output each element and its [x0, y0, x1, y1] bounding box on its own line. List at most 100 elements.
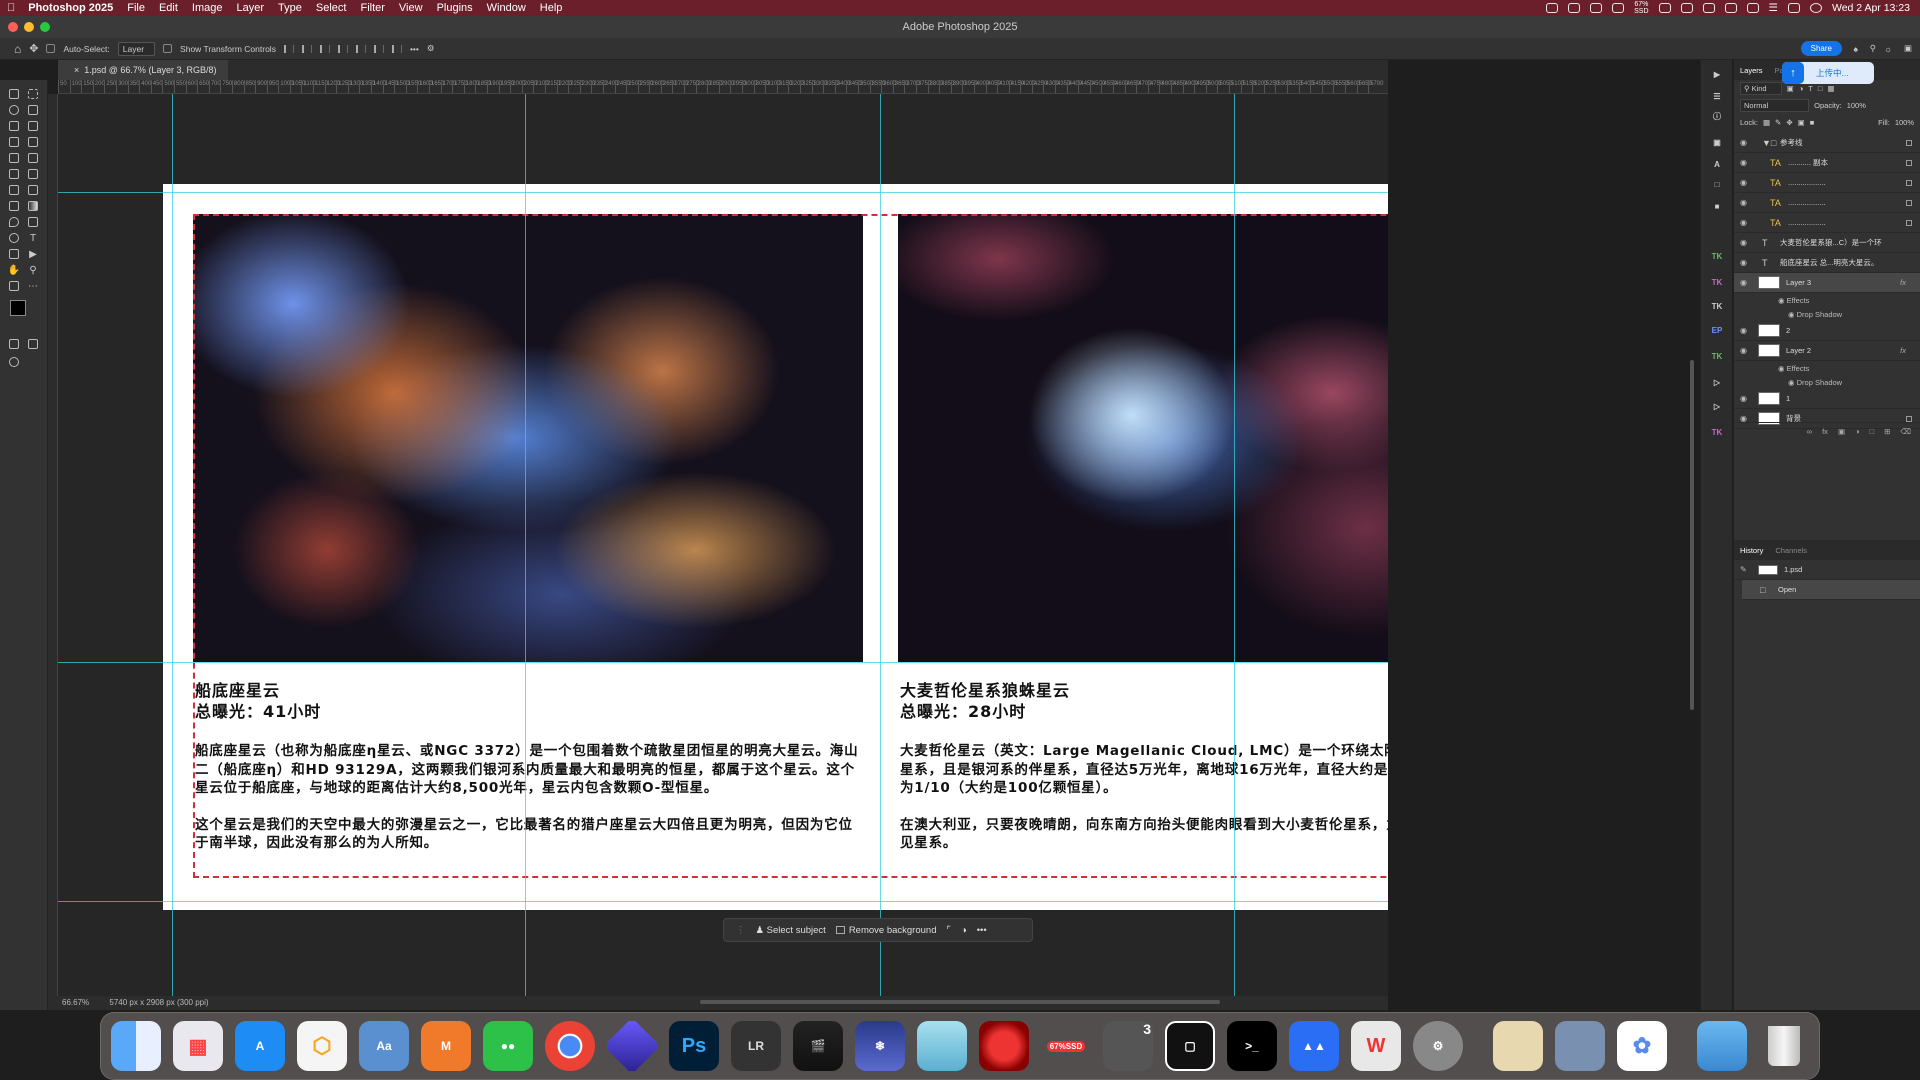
menu-layer[interactable]: Layer	[230, 2, 272, 14]
crop-tool[interactable]	[7, 120, 21, 132]
magic-wand-tool[interactable]	[26, 104, 40, 116]
clone-stamp-tool[interactable]	[7, 168, 21, 180]
more-actions-button[interactable]: •••	[977, 925, 987, 936]
stamp-tool[interactable]	[7, 184, 21, 196]
link-icon[interactable]: ∞	[1807, 427, 1812, 436]
layer-row[interactable]: ◉ 1	[1734, 389, 1920, 409]
layer-row[interactable]: ◉ TA..................	[1734, 173, 1920, 193]
fx-icon[interactable]: fx	[1900, 346, 1906, 355]
siri-icon[interactable]	[1809, 3, 1822, 13]
preview-icon[interactable]	[1555, 1021, 1605, 1071]
quick-mask-icon[interactable]	[7, 338, 21, 350]
horizontal-scrollbar[interactable]	[700, 1000, 1220, 1004]
lock-position-icon[interactable]: ✥	[1786, 118, 1792, 127]
photoshop-icon[interactable]: Ps	[669, 1021, 719, 1071]
sketchbook-icon[interactable]: ⬡	[297, 1021, 347, 1071]
more-tools-icon[interactable]: ⋯	[26, 280, 40, 292]
layer-row[interactable]: ◉ 2	[1734, 321, 1920, 341]
eye-icon[interactable]: ◉	[1740, 218, 1750, 227]
more-options-button[interactable]: •••	[410, 44, 419, 54]
frame-icon[interactable]: ▢	[1165, 1021, 1215, 1071]
play-icon[interactable]: ▶	[1709, 68, 1725, 82]
canvas-area[interactable]: 船底座星云 总曝光：41小时 船底座星云（也称为船底座η星云、或NGC 3372…	[58, 94, 1388, 1004]
settings-icon[interactable]: ⚙	[1413, 1021, 1463, 1071]
document-tab[interactable]: × 1.psd @ 66.7% (Layer 3, RGB/8)	[58, 60, 229, 80]
drop-shadow-row[interactable]: ◉ Drop Shadow	[1734, 375, 1920, 389]
layer-row-selected[interactable]: ◉ Layer 3 fx	[1734, 273, 1920, 293]
tool-icon[interactable]	[1612, 3, 1625, 13]
align-top-icon[interactable]	[337, 44, 348, 53]
layer-row[interactable]: ◉ T 船底座星云 总...明亮大星云。	[1734, 253, 1920, 273]
select-subject-button[interactable]: ♟ Select subject	[756, 925, 826, 936]
share-button[interactable]: Share	[1800, 41, 1842, 56]
wifi-icon[interactable]: ☰	[1769, 2, 1778, 14]
lrtimelapse-icon[interactable]: LR	[731, 1021, 781, 1071]
tk-multi-icon[interactable]: TK	[1709, 350, 1725, 364]
character-icon[interactable]: A	[1709, 158, 1725, 172]
mask-icon[interactable]: ◑	[961, 925, 967, 936]
history-snapshot[interactable]: ✎ 1.psd	[1734, 560, 1920, 580]
bluetooth-icon[interactable]	[1702, 3, 1715, 13]
new-layer-icon[interactable]: ⊞	[1884, 427, 1890, 436]
lock-artboard-icon[interactable]: ▣	[1798, 118, 1805, 127]
zoom-tool[interactable]: ⚲	[26, 264, 40, 276]
lock-pixels-icon[interactable]: ✎	[1775, 118, 1781, 127]
close-window-button[interactable]	[8, 22, 18, 32]
trash-icon[interactable]	[1759, 1021, 1809, 1071]
blend-mode-dropdown[interactable]: Normal	[1740, 99, 1810, 112]
eye-icon[interactable]: ◉	[1778, 296, 1787, 305]
lightbulb-icon[interactable]: ☼	[1884, 44, 1892, 54]
apple-icon[interactable]: 	[0, 2, 22, 14]
bell-icon[interactable]: ♠	[1853, 44, 1858, 54]
filter-adjustment-icon[interactable]: ◑	[1799, 84, 1804, 93]
wechat-icon[interactable]: ●●	[483, 1021, 533, 1071]
group-add-icon[interactable]: □	[1870, 427, 1875, 436]
healing-brush-tool[interactable]	[7, 136, 21, 148]
menu-select[interactable]: Select	[309, 2, 354, 14]
align-center-icon[interactable]	[301, 44, 312, 53]
gear-icon[interactable]: ⚙	[427, 43, 435, 54]
type-tool[interactable]: T	[26, 232, 40, 244]
trash-icon[interactable]: ⌫	[1900, 427, 1911, 436]
clock[interactable]: Wed 2 Apr 13:23	[1832, 2, 1910, 14]
eye-icon[interactable]: ◉	[1740, 158, 1750, 167]
wps-icon[interactable]: W	[1351, 1021, 1401, 1071]
screen-mode-icon[interactable]	[26, 338, 40, 350]
camera-icon[interactable]: 3	[1103, 1021, 1153, 1071]
menu-image[interactable]: Image	[185, 2, 230, 14]
libraries-icon[interactable]: ■	[1709, 200, 1725, 214]
tab-history[interactable]: History	[1740, 546, 1763, 555]
align-right-icon[interactable]	[319, 44, 330, 53]
distribute-icon[interactable]	[391, 44, 402, 53]
snowflake-icon[interactable]: ❄	[855, 1021, 905, 1071]
eye-icon[interactable]: ◉	[1740, 394, 1750, 403]
patch-tool[interactable]	[26, 136, 40, 148]
control-center-icon[interactable]	[1787, 3, 1800, 13]
dodge-tool[interactable]	[7, 232, 21, 244]
auto-select-dropdown[interactable]: Layer	[117, 41, 156, 56]
crop-icon[interactable]: ⌜	[946, 925, 950, 936]
layer-row[interactable]: ◉ TA ........... 副本	[1734, 153, 1920, 173]
guide-vertical[interactable]	[172, 94, 173, 1004]
layer-row[interactable]: ◉ TA..................	[1734, 193, 1920, 213]
eye-icon[interactable]: ◉	[1788, 378, 1797, 387]
lasso-tool[interactable]	[7, 104, 21, 116]
action-play-icon-2[interactable]: ▷	[1709, 400, 1725, 414]
lock-transparent-icon[interactable]: ▦	[1763, 118, 1770, 127]
eye-icon[interactable]: ◉	[1740, 326, 1750, 335]
auto-select-checkbox[interactable]	[46, 44, 56, 53]
tk-mask-icon[interactable]: TK	[1709, 250, 1725, 264]
workspace-icon[interactable]: ▣	[1904, 43, 1912, 54]
art-brush-tool[interactable]	[26, 184, 40, 196]
guide-vertical[interactable]	[880, 94, 881, 1004]
gem-icon[interactable]	[607, 1021, 657, 1071]
mask-add-icon[interactable]: ▣	[1838, 427, 1845, 436]
opacity-value[interactable]: 100%	[1847, 101, 1866, 110]
guide-horizontal[interactable]	[58, 192, 1388, 193]
eye-icon[interactable]: ◉	[1740, 278, 1750, 287]
menu-type[interactable]: Type	[271, 2, 309, 14]
eye-icon[interactable]: ◉	[1788, 310, 1797, 319]
wechat-icon[interactable]	[1680, 3, 1693, 13]
eye-icon[interactable]: ◉	[1740, 238, 1750, 247]
fill-value[interactable]: 100%	[1895, 118, 1914, 127]
